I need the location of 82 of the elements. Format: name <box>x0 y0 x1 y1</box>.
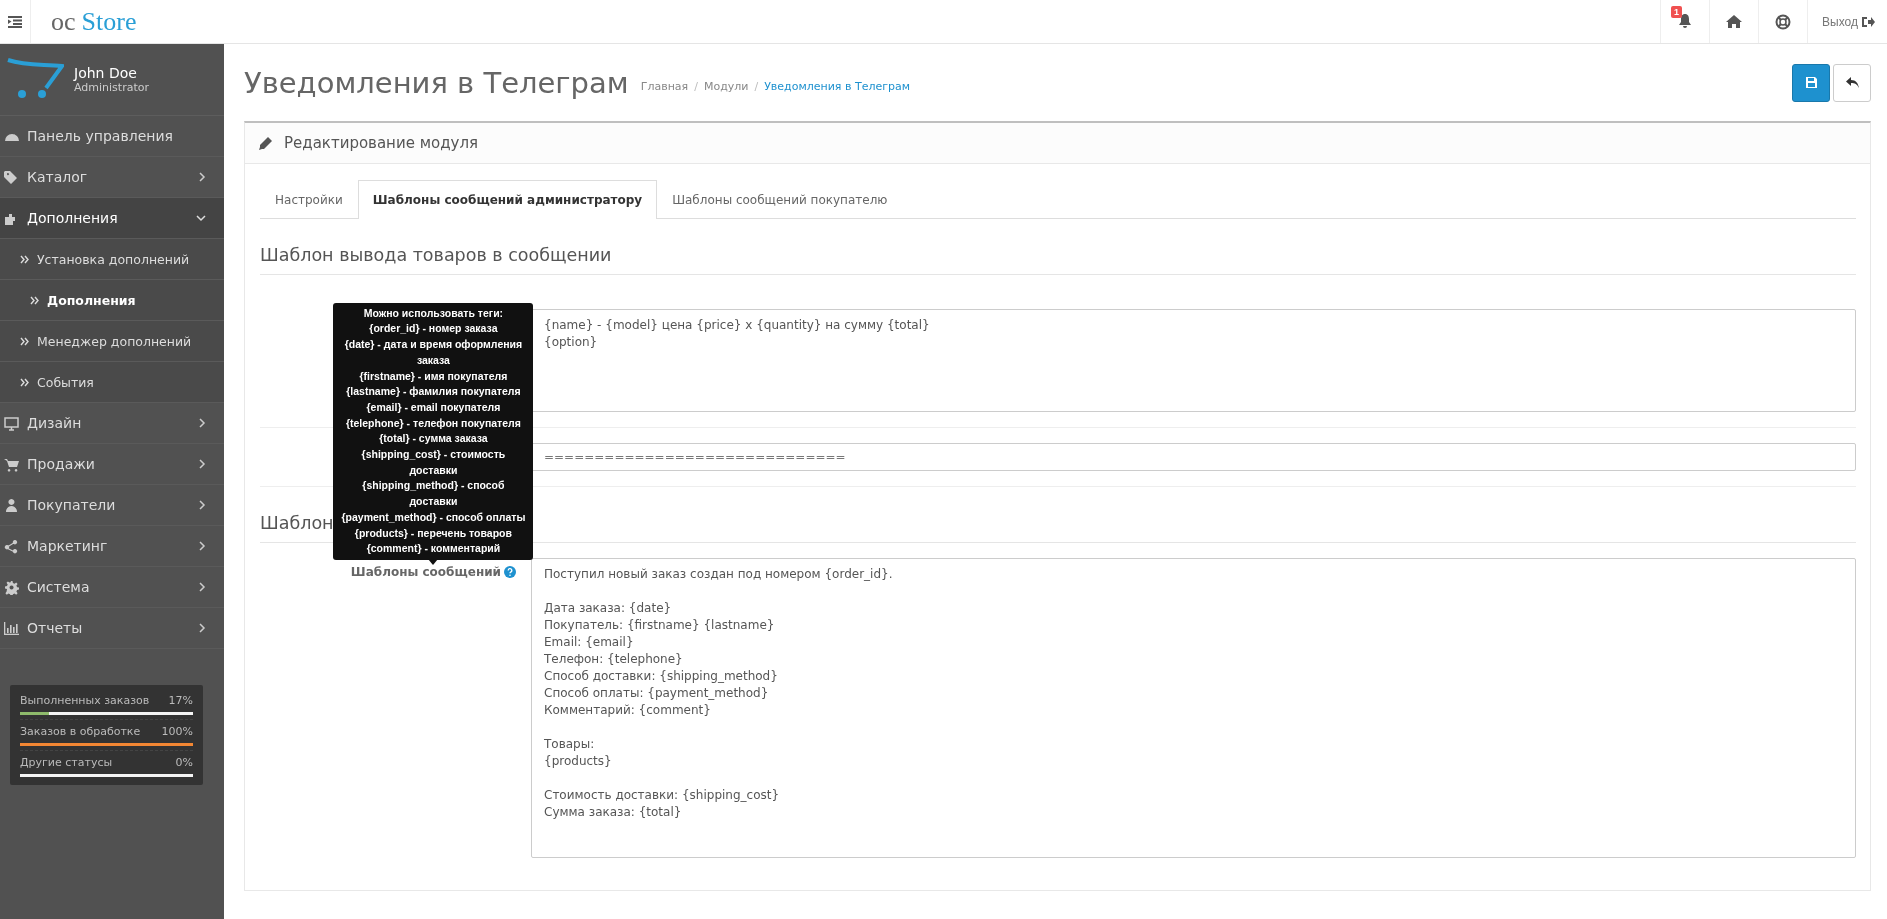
stat-label: Заказов в обработке <box>20 725 141 738</box>
menu-icon[interactable] <box>8 15 22 28</box>
submenu-item[interactable]: Менеджер дополнений <box>0 321 224 362</box>
menu-item-icon <box>4 415 19 431</box>
menu-item-icon <box>4 620 19 636</box>
user-role: Administrator <box>74 81 149 94</box>
tooltip-line: {products} - перечень товаров <box>353 525 513 541</box>
tooltip-line: {payment_method} - способ оплаты <box>340 509 527 525</box>
menu-item[interactable]: Продажи <box>0 444 224 485</box>
double-chevron-icon <box>20 254 29 264</box>
chevron-down-icon <box>196 214 206 222</box>
tooltip-line: {lastname} - фамилия покупателя <box>345 384 522 400</box>
menu-item[interactable]: Дизайн <box>0 403 224 444</box>
stat-label: Выполненных заказов <box>20 694 150 707</box>
breadcrumb-link[interactable]: Уведомления в Телеграм <box>764 80 911 93</box>
chevron-right-icon <box>199 500 206 510</box>
breadcrumb-separator: / <box>754 80 759 93</box>
double-chevron-icon <box>20 377 29 387</box>
tooltip-line: {email} - email покупателя <box>365 399 502 415</box>
tab[interactable]: Настройки <box>260 180 358 219</box>
submenu-item[interactable]: Дополнения <box>0 280 224 321</box>
tooltip-line: Можно использовать теги: <box>362 305 505 321</box>
chevron-right-icon <box>199 541 206 551</box>
menu-item-icon <box>4 579 19 595</box>
menu-item[interactable]: Отчеты <box>0 608 224 649</box>
tooltip-line: {order_id} - номер заказа <box>368 321 499 337</box>
tab[interactable]: Шаблоны сообщений покупателю <box>657 180 903 219</box>
tooltip-line: {date} - дата и время оформления заказа <box>343 337 524 368</box>
stat-percent: 100% <box>161 725 193 738</box>
menu-item[interactable]: Маркетинг <box>0 526 224 567</box>
page-title: Уведомления в Телеграм <box>244 65 629 100</box>
tab[interactable]: Шаблоны сообщений администратору <box>357 180 658 219</box>
textarea-field[interactable]: {name} - {model} цена {price} x {quantity} на сумму {total} {option} <box>531 309 1856 412</box>
menu-item[interactable]: Дополнения <box>0 198 224 239</box>
tooltip-line: {total} - сумма заказа <box>378 431 489 447</box>
menu-item-icon <box>4 169 19 185</box>
stat-label: Другие статусы <box>20 756 113 769</box>
tooltip-line: {comment} - комментарий <box>365 541 502 557</box>
double-chevron-icon <box>30 295 39 305</box>
lifebuoy-icon <box>1775 13 1792 30</box>
menu-item[interactable]: Система <box>0 567 224 608</box>
chevron-right-icon <box>199 418 206 428</box>
stat-percent: 0% <box>175 756 193 769</box>
back-button[interactable] <box>1833 63 1871 102</box>
menu-item-icon <box>4 538 19 554</box>
tooltip-line: {telephone} - телефон покупателя <box>344 415 522 431</box>
save-button[interactable] <box>1792 63 1830 102</box>
chevron-right-icon <box>199 623 206 633</box>
chevron-right-icon <box>199 172 206 182</box>
stat-percent: 17% <box>168 694 193 707</box>
notification-badge: 1 <box>1671 6 1683 18</box>
field-label: Шаблоны сообщений <box>350 565 501 579</box>
input-field[interactable]: ============================== <box>531 443 1856 471</box>
help-icon[interactable] <box>504 566 516 578</box>
panel-title: Редактирование модуля <box>284 134 479 152</box>
breadcrumb-link[interactable]: Модули <box>703 80 749 93</box>
tooltip-line: {firstname} - имя покупателя <box>358 368 509 384</box>
home-icon <box>1726 15 1743 28</box>
breadcrumb-separator: / <box>694 80 698 93</box>
logout-link[interactable]: Выход <box>1807 0 1887 43</box>
store-logo[interactable]: oc Store <box>31 0 137 43</box>
menu-item-icon <box>4 456 19 472</box>
reply-arrow-icon <box>1845 77 1859 88</box>
section-heading: Шаблон вывода товаров в сообщении <box>260 245 1856 275</box>
chevron-right-icon <box>199 459 206 469</box>
submenu-item[interactable]: События <box>0 362 224 403</box>
chevron-right-icon <box>199 582 206 592</box>
menu-item[interactable]: Покупатели <box>0 485 224 526</box>
submenu-item[interactable]: Установка дополнений <box>0 239 224 280</box>
tooltip-line: {shipping_cost} - стоимость доставки <box>360 447 507 478</box>
menu-item[interactable]: Панель управления <box>0 116 224 157</box>
cart-logo-icon <box>6 58 64 98</box>
bell-icon <box>1678 14 1693 29</box>
breadcrumb-link[interactable]: Главная <box>640 80 689 93</box>
sign-out-icon <box>1862 15 1875 28</box>
menu-item-icon <box>4 497 19 513</box>
double-chevron-icon <box>20 336 29 346</box>
pencil-icon <box>259 136 272 150</box>
user-name: John Doe <box>74 65 138 81</box>
textarea-field[interactable]: Поступил новый заказ создан под номером {order_id}. Дата заказа: {date} Покупатель: {firstname} {lastname} Email: {email} Телефон: {telephone} Способ доставки: {shipping_method} Способ оплаты: {payment_method} Комментарий: {comment} Товары: {products} Стоимость доставки: {shipping_cost} Сумма заказа: {total} <box>531 558 1856 858</box>
notifications-button[interactable]: 1 <box>1660 0 1710 43</box>
tooltip-line: {shipping_method} - способ доставки <box>361 478 506 510</box>
